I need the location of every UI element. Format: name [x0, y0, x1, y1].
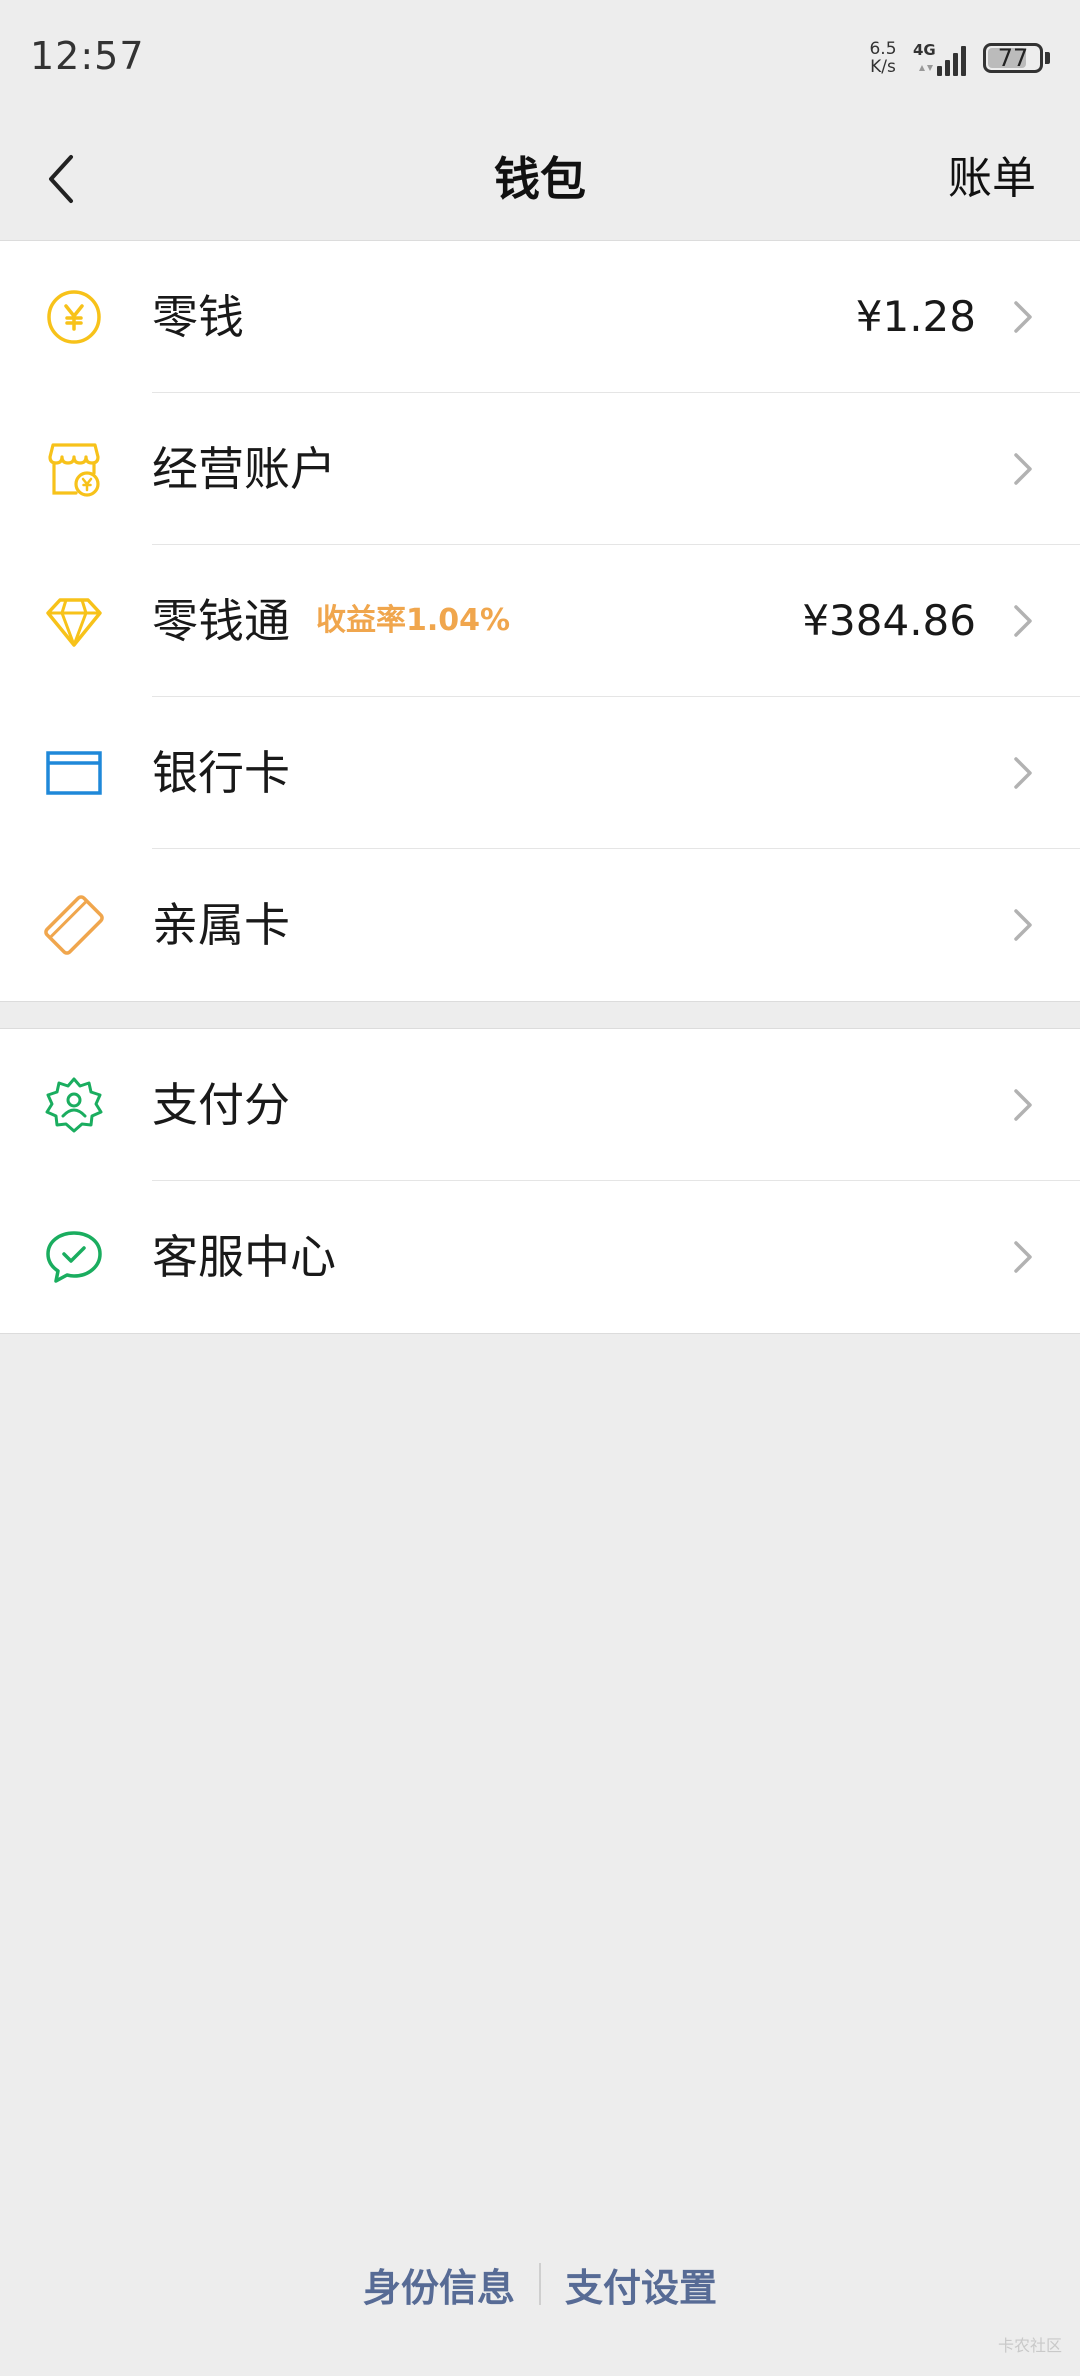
status-bar: 12:57 6.5 K/s 4G 77	[0, 0, 1080, 118]
list-item-customer-service[interactable]: 客服中心	[0, 1181, 1080, 1333]
chevron-right-icon	[1014, 301, 1032, 333]
pay-score-icon	[45, 1077, 103, 1133]
chevron-right-icon	[1014, 1241, 1032, 1273]
yield-rate-badge: 收益率1.04%	[316, 603, 511, 638]
battery-level: 77	[997, 44, 1029, 72]
chevron-right-icon	[1014, 1089, 1032, 1121]
yuan-coin-icon	[47, 290, 101, 344]
page-title: 钱包	[494, 152, 586, 206]
lingqiantong-label: 零钱通	[152, 594, 290, 648]
chevron-right-icon	[1014, 909, 1032, 941]
chevron-left-icon	[49, 155, 73, 203]
network-speed: 6.5 K/s	[865, 40, 901, 76]
list-item-family-card[interactable]: 亲属卡	[0, 849, 1080, 1001]
wallet-service-list: 支付分 客服中心	[0, 1028, 1080, 1334]
payment-settings-link[interactable]: 支付设置	[541, 2257, 741, 2312]
lingqiantong-balance: ¥384.86	[802, 596, 976, 645]
status-indicators: 6.5 K/s 4G 77	[865, 38, 1050, 78]
list-item-label: 亲属卡	[152, 898, 290, 952]
list-item-business-account[interactable]: 经营账户	[0, 393, 1080, 545]
list-item-label: 零钱	[152, 290, 244, 344]
list-item-change[interactable]: 零钱 ¥1.28	[0, 241, 1080, 393]
chevron-right-icon	[1014, 605, 1032, 637]
list-item-pay-score[interactable]: 支付分	[0, 1029, 1080, 1181]
list-item-label: 零钱通 收益率1.04%	[152, 545, 510, 697]
bank-card-icon	[46, 751, 102, 795]
battery-icon: 77	[983, 43, 1043, 73]
chevron-right-icon	[1014, 453, 1032, 485]
bill-button[interactable]: 账单	[948, 118, 1036, 240]
diamond-icon	[46, 598, 102, 647]
cellular-signal-icon: 4G	[913, 38, 973, 78]
status-time: 12:57	[30, 34, 145, 78]
list-item-label: 银行卡	[152, 746, 290, 800]
watermark: 卡农社区	[997, 2336, 1062, 2355]
chevron-right-icon	[1014, 757, 1032, 789]
battery-tip	[1045, 52, 1050, 64]
navigation-bar: 钱包 账单	[0, 118, 1080, 241]
change-balance: ¥1.28	[855, 292, 976, 341]
wallet-main-list: 零钱 ¥1.28 经营账户 零钱通 收益率1.04% ¥384.86 银行卡 亲…	[0, 240, 1080, 1002]
list-item-bank-card[interactable]: 银行卡	[0, 697, 1080, 849]
customer-service-icon	[46, 1231, 102, 1283]
back-button[interactable]	[26, 144, 96, 214]
list-item-label: 支付分	[152, 1078, 290, 1132]
list-item-lingqiantong[interactable]: 零钱通 收益率1.04% ¥384.86	[0, 545, 1080, 697]
list-item-label: 经营账户	[152, 442, 336, 496]
family-card-icon	[44, 895, 104, 955]
list-item-label: 客服中心	[152, 1230, 336, 1284]
shop-account-icon	[48, 443, 100, 497]
footer-links: 身份信息 支付设置	[0, 2254, 1080, 2314]
identity-info-link[interactable]: 身份信息	[339, 2257, 539, 2312]
network-speed-unit: K/s	[870, 57, 896, 77]
network-speed-value: 6.5	[869, 39, 897, 59]
